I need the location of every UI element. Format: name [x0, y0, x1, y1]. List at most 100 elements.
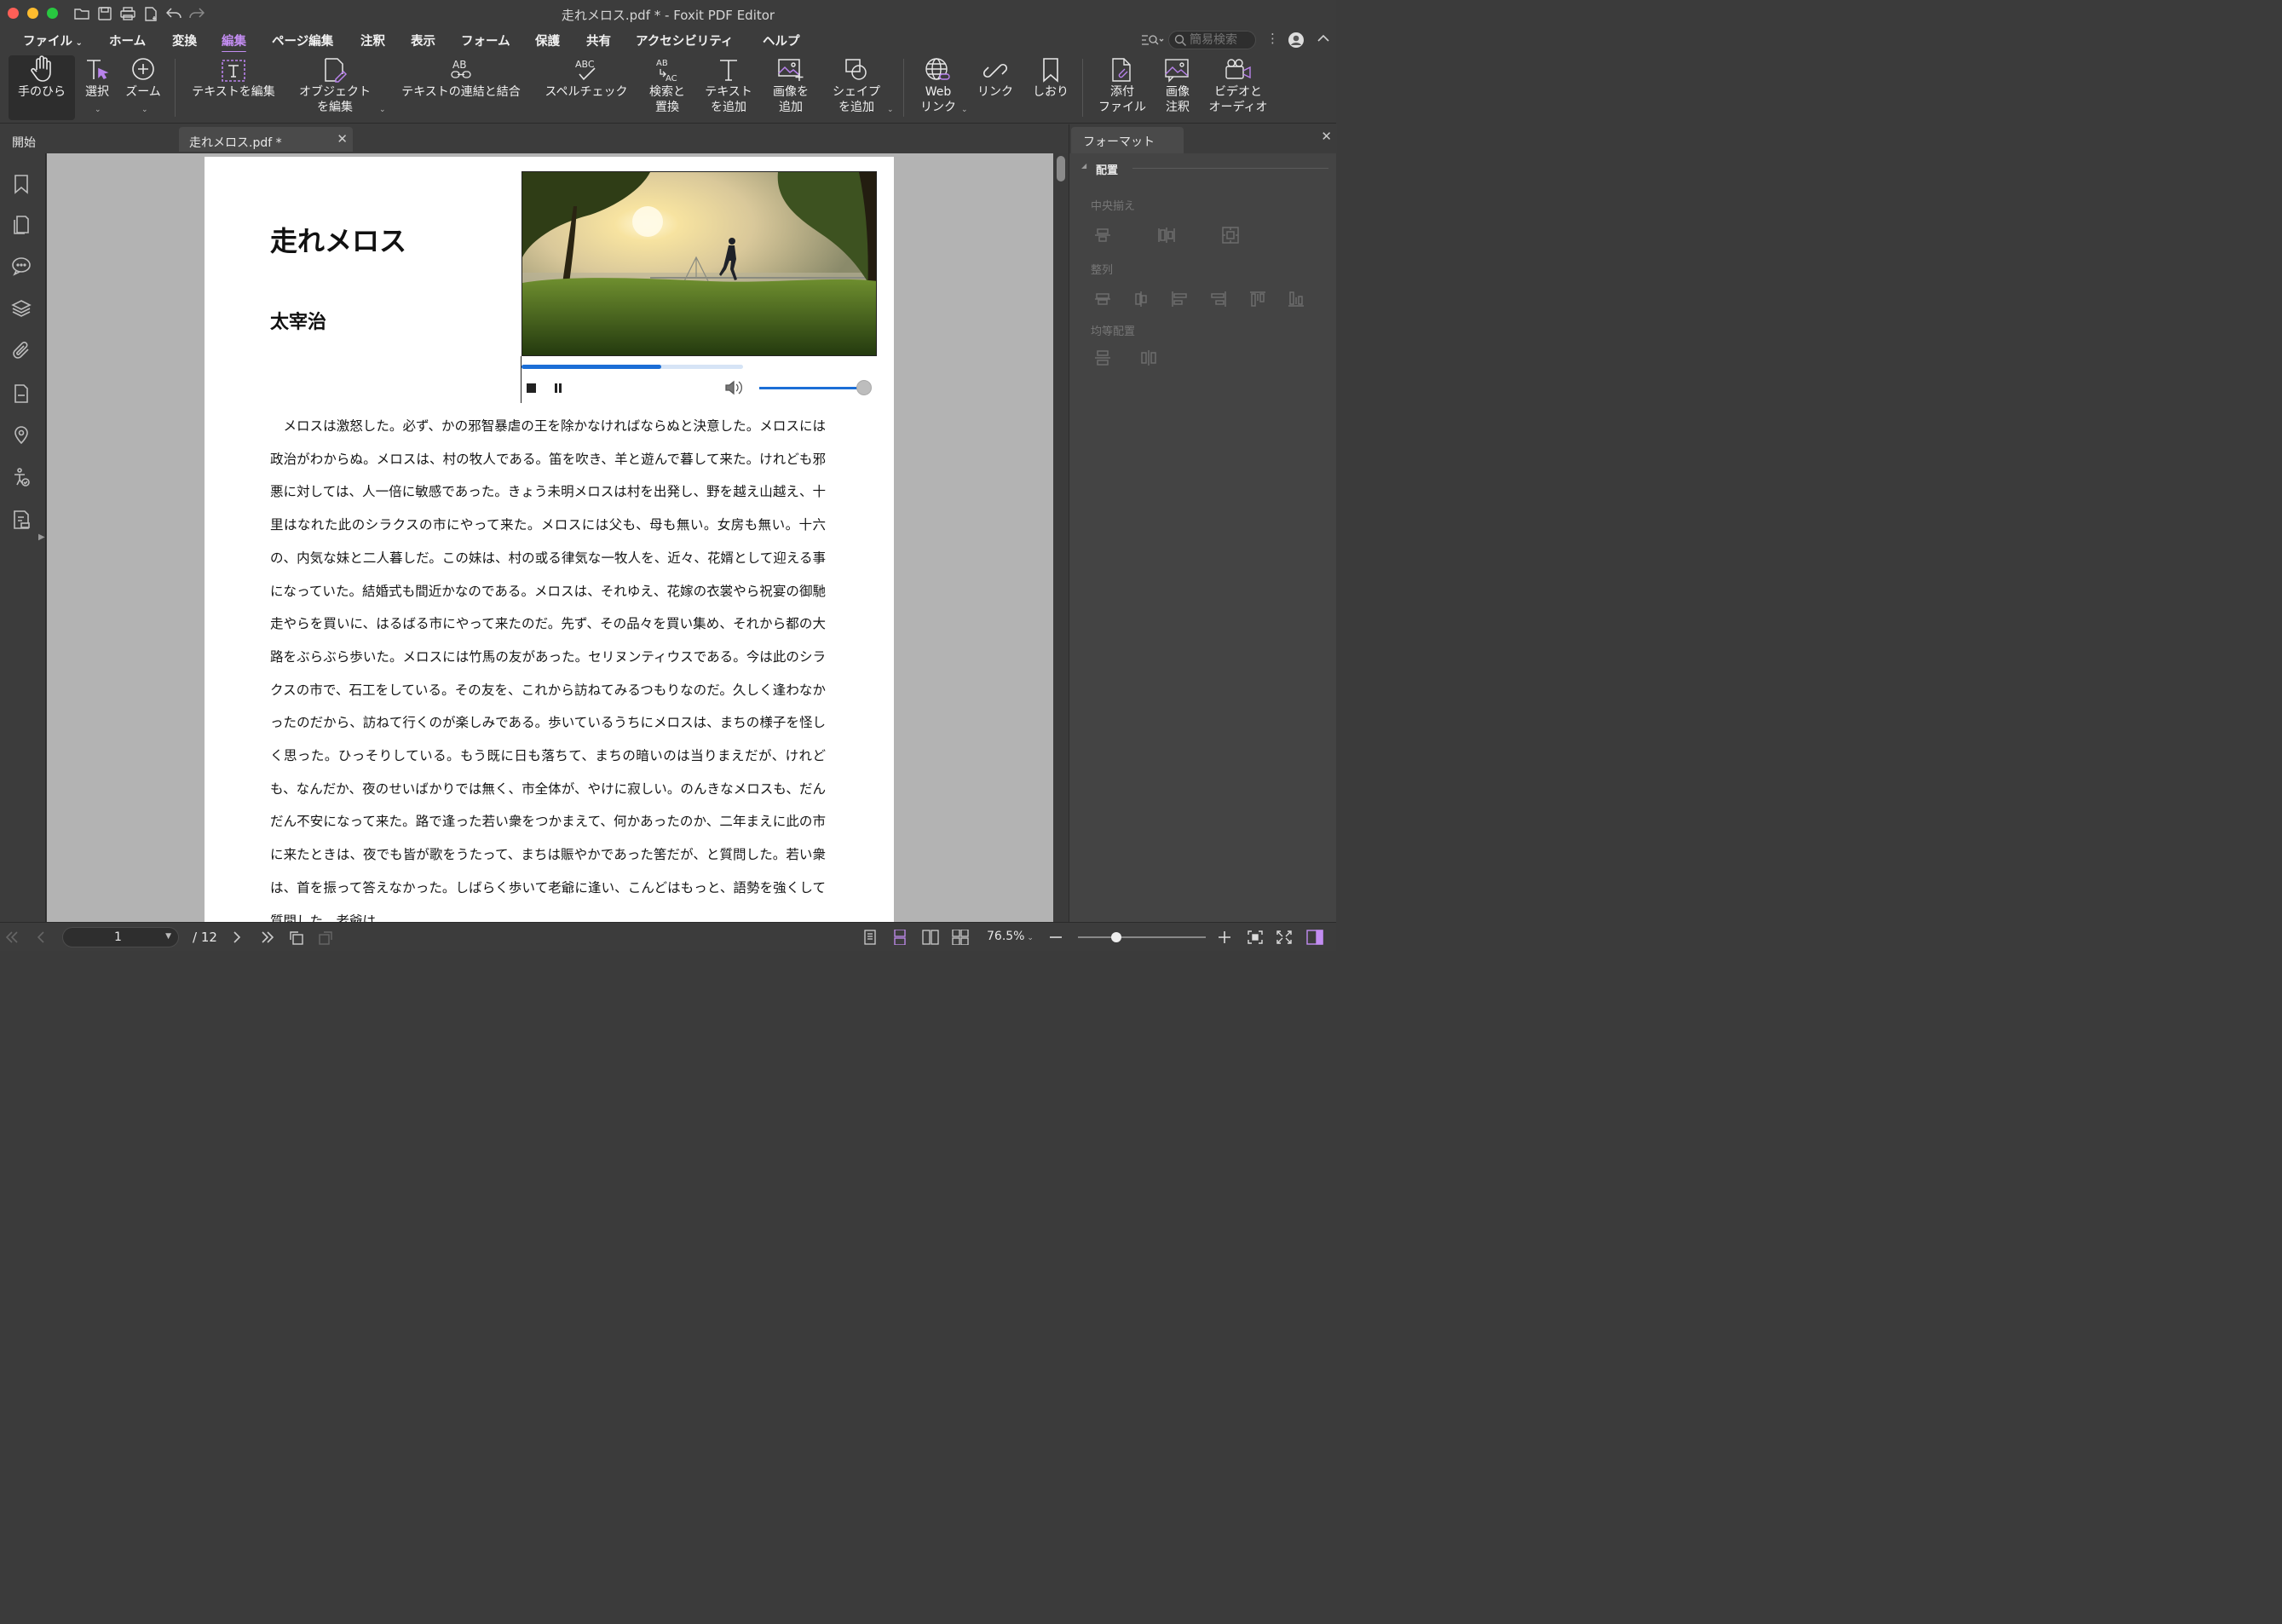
distribute-horizontal-icon[interactable]	[1139, 348, 1158, 367]
page-number-value[interactable]: 1	[114, 930, 122, 944]
attach-file-button[interactable]: 添付 ファイル	[1094, 55, 1150, 120]
video-frame-runner-image[interactable]	[522, 171, 877, 356]
first-page-icon[interactable]	[3, 930, 20, 945]
continuous-facing-view-icon[interactable]	[952, 930, 969, 945]
vertical-scrollbar[interactable]	[1053, 153, 1069, 922]
close-panel-icon[interactable]: ✕	[1321, 129, 1332, 144]
close-tab-icon[interactable]: ✕	[337, 131, 348, 147]
pause-icon[interactable]	[554, 383, 562, 393]
continuous-view-icon[interactable]	[892, 930, 909, 945]
section-arrange-title[interactable]: 配置	[1096, 161, 1118, 177]
add-shape-dropdown-icon[interactable]: ⌄	[887, 106, 894, 114]
zoom-dropdown-icon[interactable]: ⌄	[141, 106, 148, 114]
expand-panel-icon[interactable]: ▶	[38, 533, 45, 542]
playback-progress-track[interactable]	[522, 365, 743, 369]
next-page-icon[interactable]	[228, 930, 245, 945]
web-link-button[interactable]: Web リンク	[913, 55, 963, 120]
full-screen-icon[interactable]	[1276, 930, 1293, 945]
page-dropdown-icon[interactable]: ▼	[165, 932, 171, 941]
zoom-slider-track[interactable]	[1078, 932, 1206, 942]
toggle-right-panel-icon[interactable]	[1306, 930, 1323, 945]
video-player[interactable]	[521, 171, 877, 403]
document-info-icon[interactable]	[11, 383, 32, 404]
fit-page-icon[interactable]	[1247, 930, 1264, 945]
add-shape-button[interactable]: シェイプ を追加	[827, 55, 886, 120]
zoom-dropdown-icon[interactable]: ⌄	[1024, 934, 1034, 942]
previous-view-icon[interactable]	[288, 930, 305, 945]
minimize-window-button[interactable]	[27, 8, 38, 19]
next-view-icon[interactable]	[317, 930, 334, 945]
stop-icon[interactable]	[527, 383, 536, 393]
zoom-out-icon[interactable]	[1048, 930, 1065, 945]
layers-panel-icon[interactable]	[11, 298, 32, 319]
tab-start[interactable]: 開始	[2, 127, 46, 152]
select-dropdown-icon[interactable]: ⌄	[95, 106, 101, 114]
menu-comment[interactable]: 注釈	[360, 32, 385, 49]
scrollbar-thumb[interactable]	[1057, 156, 1065, 181]
document-canvas[interactable]: 走れメロス 太宰治 メロスは激怒した。必ず、かの邪智暴虐の王を除かなければならぬ…	[47, 153, 1053, 922]
user-avatar-icon[interactable]	[1288, 32, 1305, 49]
page-number-field[interactable]: 1 ▼	[62, 927, 179, 947]
align-top-edge-icon[interactable]	[1248, 290, 1267, 308]
align-top-icon[interactable]	[1093, 290, 1112, 308]
zoom-level[interactable]: 76.5% ⌄	[987, 930, 1034, 943]
collapse-ribbon-icon[interactable]	[1317, 33, 1330, 43]
edit-text-button[interactable]: テキストを編集	[183, 55, 284, 120]
edit-object-dropdown-icon[interactable]: ⌄	[379, 106, 386, 114]
link-button[interactable]: リンク	[973, 55, 1017, 120]
comments-panel-icon[interactable]	[11, 256, 32, 276]
add-text-button[interactable]: テキスト を追加	[700, 55, 757, 120]
center-vertical-icon[interactable]	[1093, 226, 1112, 245]
document-author[interactable]: 太宰治	[270, 307, 326, 334]
spell-check-button[interactable]: ABC スペルチェック	[539, 55, 634, 120]
center-both-icon[interactable]	[1221, 226, 1240, 245]
more-options-icon[interactable]: ⋮	[1266, 31, 1279, 46]
document-body[interactable]: メロスは激怒した。必ず、かの邪智暴虐の王を除かなければならぬと決意した。メロスに…	[270, 410, 826, 922]
bookmark-button[interactable]: しおり	[1028, 55, 1074, 120]
zoom-in-icon[interactable]	[1217, 930, 1234, 945]
menu-file[interactable]: ファイル ⌄	[23, 32, 83, 49]
pages-panel-icon[interactable]	[11, 215, 32, 235]
center-horizontal-icon[interactable]	[1157, 226, 1176, 245]
align-middle-icon[interactable]	[1132, 290, 1150, 308]
document-title[interactable]: 走れメロス	[270, 220, 406, 259]
form-fields-icon[interactable]	[11, 510, 32, 530]
zoom-window-button[interactable]	[47, 8, 58, 19]
facing-view-icon[interactable]	[922, 930, 939, 945]
search-input[interactable]	[1190, 32, 1253, 48]
zoom-slider-knob[interactable]	[1111, 932, 1121, 942]
web-link-dropdown-icon[interactable]: ⌄	[961, 106, 968, 114]
undo-icon[interactable]	[165, 5, 182, 22]
print-icon[interactable]	[119, 5, 136, 22]
volume-slider-track[interactable]	[759, 380, 873, 395]
quick-search-box[interactable]	[1168, 31, 1256, 49]
bookmarks-panel-icon[interactable]	[11, 174, 32, 194]
video-audio-button[interactable]: ビデオと オーディオ	[1202, 55, 1275, 120]
pdf-page[interactable]: 走れメロス 太宰治 メロスは激怒した。必ず、かの邪智暴虐の王を除かなければならぬ…	[205, 157, 894, 922]
volume-icon[interactable]	[724, 379, 743, 396]
accessibility-panel-icon[interactable]	[11, 467, 32, 487]
menu-edit[interactable]: 編集	[222, 32, 246, 54]
align-right-icon[interactable]	[1209, 290, 1228, 308]
menu-protect[interactable]: 保護	[535, 32, 560, 49]
volume-slider-knob[interactable]	[856, 380, 873, 395]
tab-document[interactable]: 走れメロス.pdf * ✕	[179, 127, 353, 152]
body-paragraph[interactable]: メロスは激怒した。必ず、かの邪智暴虐の王を除かなければならぬと決意した。メロスに…	[270, 410, 826, 922]
new-document-icon[interactable]	[142, 5, 159, 22]
close-window-button[interactable]	[8, 8, 19, 19]
menu-home[interactable]: ホーム	[109, 32, 146, 49]
menu-form[interactable]: フォーム	[461, 32, 510, 49]
find-replace-button[interactable]: AB AC 検索と 置換	[644, 55, 690, 120]
save-icon[interactable]	[96, 5, 113, 22]
hand-tool-button[interactable]: 手のひら	[9, 55, 75, 120]
align-left-icon[interactable]	[1170, 290, 1189, 308]
edit-object-button[interactable]: オブジェクト を編集	[292, 55, 377, 120]
image-annotation-button[interactable]: 画像 注釈	[1155, 55, 1200, 120]
single-page-view-icon[interactable]	[862, 930, 879, 945]
tab-format[interactable]: フォーマット	[1071, 127, 1184, 153]
menu-page-edit[interactable]: ページ編集	[272, 32, 333, 49]
align-bottom-edge-icon[interactable]	[1287, 290, 1305, 308]
previous-page-icon[interactable]	[32, 930, 49, 945]
location-pin-icon[interactable]	[11, 424, 32, 445]
last-page-icon[interactable]	[259, 930, 276, 945]
